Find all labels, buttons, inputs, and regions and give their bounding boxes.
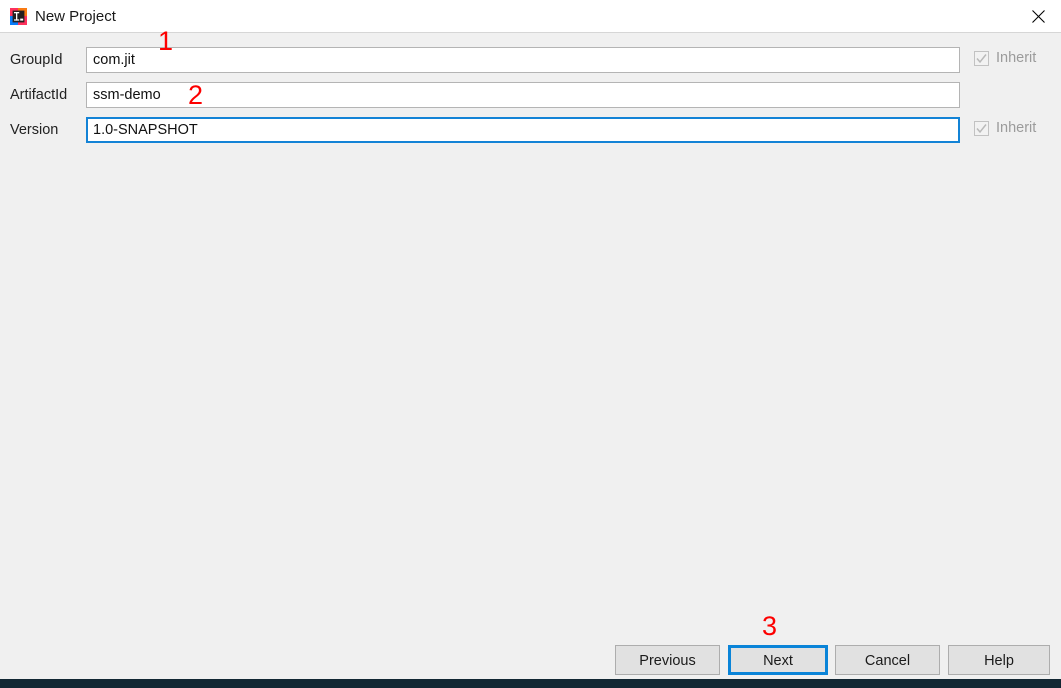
previous-button[interactable]: Previous: [615, 645, 720, 675]
version-label: Version: [10, 122, 59, 138]
intellij-idea-icon: [10, 8, 27, 25]
form-row-artifactid: ArtifactId: [0, 82, 1061, 108]
form-row-version: Version Inherit: [0, 117, 1061, 143]
next-button[interactable]: Next: [728, 645, 828, 675]
groupid-input[interactable]: [86, 47, 960, 73]
version-inherit-group[interactable]: Inherit: [974, 119, 1036, 137]
checkmark-icon: [976, 123, 987, 133]
annotation-marker-2: 2: [188, 80, 204, 110]
close-icon: [1031, 10, 1045, 23]
cancel-button[interactable]: Cancel: [835, 645, 940, 675]
window-title: New Project: [35, 8, 116, 25]
version-inherit-label: Inherit: [996, 120, 1037, 136]
checkmark-icon: [976, 53, 987, 63]
artifactid-input[interactable]: [86, 82, 960, 108]
annotation-marker-3: 3: [762, 611, 778, 641]
help-button[interactable]: Help: [948, 645, 1050, 675]
groupid-label: GroupId: [10, 52, 63, 68]
groupid-inherit-label: Inherit: [996, 50, 1037, 66]
artifactid-label: ArtifactId: [10, 87, 68, 103]
annotation-marker-1: 1: [158, 26, 174, 56]
version-input[interactable]: [86, 117, 960, 143]
bottom-strip: [0, 679, 1061, 688]
groupid-inherit-group[interactable]: Inherit: [974, 49, 1036, 67]
groupid-inherit-checkbox[interactable]: [974, 50, 989, 66]
dialog-button-bar: Previous Next Cancel Help: [0, 645, 1061, 680]
version-inherit-checkbox[interactable]: [974, 120, 989, 136]
close-button[interactable]: [1015, 0, 1061, 33]
